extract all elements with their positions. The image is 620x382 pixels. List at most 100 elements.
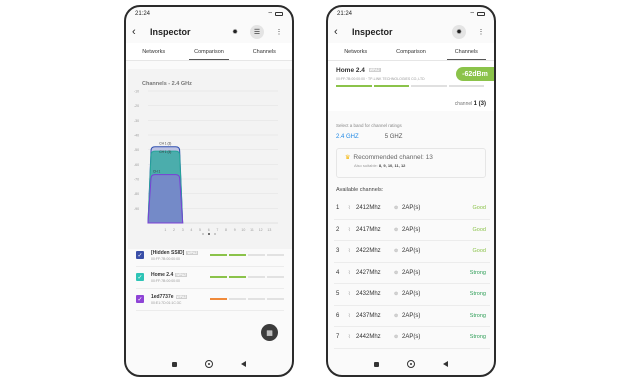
legend-network-name: 1ed7737e (151, 294, 174, 300)
y-tick-label: -40 (134, 134, 139, 138)
filter-icon[interactable]: ☰ (250, 25, 264, 39)
x-tick-label: 6 (208, 228, 210, 232)
legend-mac: 00:FF:7B:00:00:00 (151, 279, 180, 283)
channel-row[interactable]: 2 ⌇ 2417Mhz ⊚ 2AP(s) Good (334, 220, 490, 241)
tab-comparison[interactable]: Comparison (181, 43, 236, 60)
y-tick-label: -20 (134, 104, 139, 108)
checkbox-icon[interactable]: ✓ (136, 295, 144, 303)
legend-mac: 00:E1:7D:01:1C:3C (151, 301, 182, 305)
chart-title: Channels - 2.4 GHz (142, 81, 192, 87)
back-arrow-icon[interactable]: ‹ (132, 26, 142, 38)
x-tick-label: 10 (241, 228, 245, 232)
network-header: Home 2.4 WPA2 00:FF:7B:00:00:00 · TP-LIN… (328, 61, 494, 111)
channel-rating: Good (472, 226, 486, 233)
channel-number: 4 (336, 269, 340, 276)
y-tick-label: -30 (134, 119, 139, 123)
security-badge: WPA2 (175, 294, 188, 299)
battery-icon (275, 12, 283, 16)
curve-label: CH 1 (3) (159, 150, 171, 154)
checkbox-icon[interactable]: ✓ (136, 251, 144, 259)
x-tick-label: 12 (259, 228, 263, 232)
phone-right: 21:24 ⌔ ‹ Inspector ✹ ⋮ Networks Compari… (326, 5, 496, 377)
back-icon[interactable] (241, 361, 246, 367)
network-name: Home 2.4 (336, 67, 365, 74)
legend-network-name: [Hidden SSID] (151, 250, 185, 256)
recents-icon[interactable] (374, 361, 379, 367)
channel-chart-svg: Channels - 2.4 GHz-10 -20 -30 -40 -50 -60 -70 -… (134, 81, 278, 232)
wifi-icon: ⌔ (469, 12, 475, 18)
channel-number: 7 (336, 334, 340, 341)
legend-network-name: Home 2.4 (151, 272, 174, 278)
tab-channels[interactable]: Channels (237, 43, 292, 60)
channel-row[interactable]: 4 ⌇ 2427Mhz ⊚ 2AP(s) Strong (334, 263, 490, 284)
app-bar: ‹ Inspector ✹ ⋮ (328, 21, 494, 43)
legend-item[interactable]: ✓ [Hidden SSID] WPA2 00:FF:7B:00:00:00 (136, 245, 284, 267)
access-point-icon: ⊚ (394, 248, 399, 255)
channel-row[interactable]: 3 ⌇ 2422Mhz ⊚ 2AP(s) Good (334, 241, 490, 263)
signal-bar (336, 85, 484, 87)
x-tick-label: 9 (234, 228, 236, 232)
frequency-icon: ⌇ (348, 334, 351, 341)
recents-icon[interactable] (172, 361, 177, 367)
channel-table: 1 ⌇ 2412Mhz ⊚ 2AP(s) Good 2 ⌇ 2417Mhz ⊚ 2… (334, 198, 490, 349)
nav-bar (126, 353, 292, 375)
channel-rating: Strong (469, 269, 486, 276)
channel-rating: Strong (469, 312, 486, 319)
more-vert-icon[interactable]: ⋮ (474, 25, 488, 39)
more-vert-icon[interactable]: ⋮ (272, 25, 286, 39)
tab-channels[interactable]: Channels (439, 43, 494, 60)
compare-icon[interactable]: ▦ (261, 324, 278, 341)
y-tick-label: -60 (134, 163, 139, 167)
checkbox-icon[interactable]: ✓ (136, 273, 144, 281)
available-channels-label: Available channels: (336, 187, 384, 193)
x-tick-label: 1 (164, 228, 166, 232)
y-tick-label: -70 (134, 178, 139, 182)
channel-rating: Good (472, 205, 486, 212)
band-option-2-4ghz[interactable]: 2.4 GHZ (336, 134, 359, 140)
legend-signal-bar (210, 254, 284, 256)
settings-icon[interactable]: ✹ (228, 25, 242, 39)
channel-row[interactable]: 1 ⌇ 2412Mhz ⊚ 2AP(s) Good (334, 198, 490, 220)
status-bar: 21:24 ⌔ (126, 7, 292, 21)
channel-rating: Strong (469, 334, 486, 341)
access-point-icon: ⊚ (394, 334, 399, 341)
legend-signal-bar (210, 276, 284, 278)
pager-dot-active[interactable] (208, 233, 210, 235)
legend-signal-bar (210, 298, 284, 300)
y-tick-label: -10 (134, 90, 139, 94)
pager-dot[interactable] (202, 233, 204, 235)
channel-number: 5 (336, 291, 340, 298)
legend-item[interactable]: ✓ Home 2.4 WPA2 00:FF:7B:00:00:00 (136, 267, 284, 289)
y-tick-label: -50 (134, 148, 139, 152)
back-arrow-icon[interactable]: ‹ (334, 26, 344, 38)
x-tick-label: 2 (173, 228, 175, 232)
settings-icon[interactable]: ✹ (452, 25, 466, 39)
tab-networks[interactable]: Networks (328, 43, 383, 60)
back-icon[interactable] (443, 361, 448, 367)
legend-item[interactable]: ✓ 1ed7737e WPA2 00:E1:7D:01:1C:3C (136, 289, 284, 311)
security-badge: WPA2 (175, 272, 188, 277)
access-point-icon: ⊚ (394, 226, 399, 233)
band-option-5ghz[interactable]: 5 GHZ (385, 134, 403, 140)
access-point-icon: ⊚ (394, 269, 399, 276)
y-tick-label: -90 (134, 207, 139, 211)
channel-number: 1 (336, 205, 340, 212)
app-bar: ‹ Inspector ✹ ☰ ⋮ (126, 21, 292, 43)
channel-chart: Channels - 2.4 GHz -10 -20 -30 -40 -50 -60 -70 -… (128, 69, 292, 249)
recommended-card: ♛ Recommended channel: 13 Also suitable: … (336, 148, 486, 178)
channel-readout: channel 1 (3) (454, 101, 486, 107)
x-tick-label: 3 (182, 228, 184, 232)
channel-rating: Strong (469, 291, 486, 298)
channel-frequency: 2417Mhz (356, 226, 381, 233)
access-point-icon: ⊚ (394, 291, 399, 298)
home-icon[interactable] (205, 360, 213, 368)
pager-dot[interactable] (214, 233, 216, 235)
security-badge: WPA2 (186, 250, 199, 255)
channel-row[interactable]: 5 ⌇ 2432Mhz ⊚ 2AP(s) Strong (334, 284, 490, 306)
home-icon[interactable] (407, 360, 415, 368)
tab-comparison[interactable]: Comparison (383, 43, 438, 60)
tab-networks[interactable]: Networks (126, 43, 181, 60)
frequency-icon: ⌇ (348, 205, 351, 212)
channel-row[interactable]: 7 ⌇ 2442Mhz ⊚ 2AP(s) Strong (334, 327, 490, 349)
channel-row[interactable]: 6 ⌇ 2437Mhz ⊚ 2AP(s) Strong (334, 306, 490, 327)
